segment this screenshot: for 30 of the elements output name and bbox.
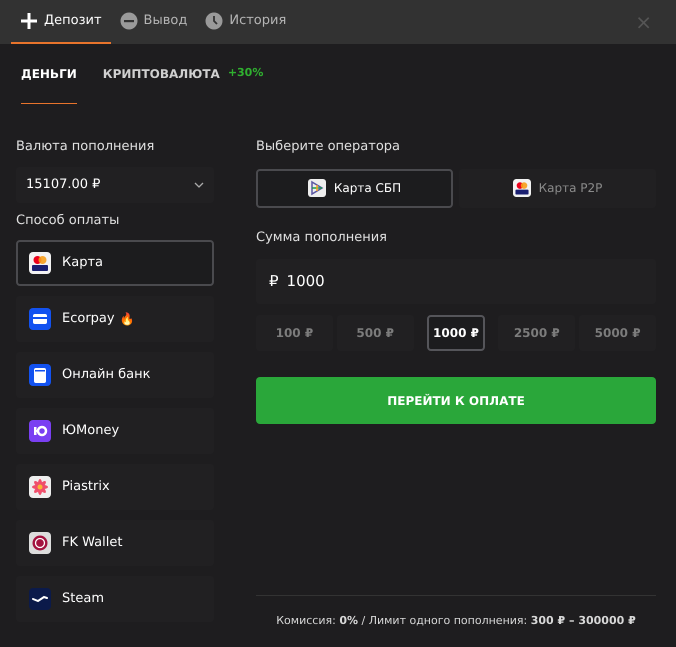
steam-logo-icon — [29, 588, 51, 610]
card-logo-icon — [512, 179, 531, 197]
plus-icon — [20, 12, 38, 30]
nav-tab[interactable]: История — [196, 0, 296, 44]
currency-label: Валюта пополнения — [16, 138, 156, 156]
payment-method[interactable]: Карта — [16, 240, 214, 286]
bonus-label: +30% — [228, 65, 264, 82]
card-icon — [29, 308, 51, 330]
clock-icon — [205, 12, 224, 30]
nav-tab[interactable]: Депозит — [11, 0, 111, 44]
payment-method-label: Способ оплаты — [16, 212, 120, 230]
fire-emoji: 🔥 — [120, 311, 135, 328]
badge-logo-icon — [29, 532, 51, 554]
amount-preset[interactable]: 1000 ₽ — [426, 315, 486, 351]
category-tab[interactable]: КРИПТОВАЛЮТА +30% — [102, 44, 264, 104]
letters-logo-icon — [29, 420, 51, 442]
flower-icon — [29, 476, 51, 498]
nav-tab[interactable]: Вывод — [110, 0, 196, 44]
operator-label: Выберите оператора — [256, 138, 402, 156]
card-logo-icon — [29, 252, 51, 274]
ruble-sign: ₽ — [269, 271, 279, 292]
sbp-logo-icon — [308, 179, 326, 197]
minus-icon — [120, 12, 138, 30]
operator-option[interactable]: Карта СБП — [256, 168, 453, 208]
amount-value: 1000 — [286, 271, 325, 292]
chevron-down-icon — [194, 182, 204, 188]
amount-label: Сумма пополнения — [256, 228, 388, 246]
phone-icon — [29, 364, 51, 386]
category-tab[interactable]: ДЕНЬГИ — [21, 44, 77, 104]
commission-text: Комиссия: 0% / Лимит одного пополнения: 300 ₽ – 300000 ₽ — [276, 613, 636, 630]
